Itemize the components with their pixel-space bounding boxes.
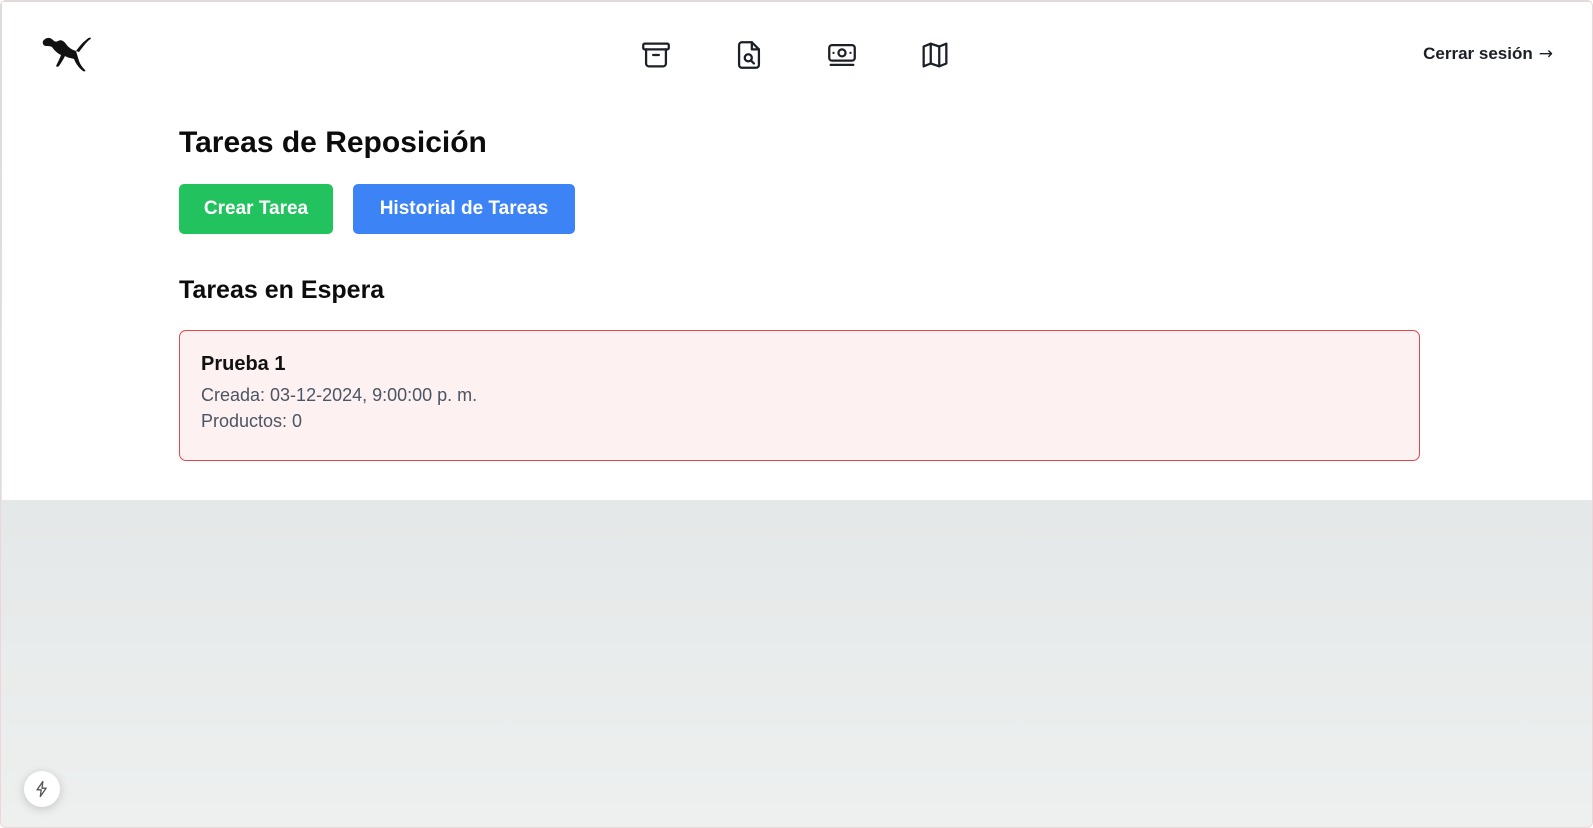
task-created-date: Creada: 03-12-2024, 9:00:00 p. m. bbox=[201, 385, 478, 405]
lightning-badge-button[interactable] bbox=[24, 771, 60, 807]
arrow-right-icon: → bbox=[1538, 44, 1553, 64]
puma-logo-icon bbox=[42, 37, 91, 72]
document-search-icon[interactable] bbox=[732, 38, 766, 72]
task-history-button[interactable]: Historial de Tareas bbox=[353, 184, 575, 234]
task-name: Prueba 1 bbox=[201, 353, 286, 375]
logout-label: Cerrar sesión bbox=[1423, 44, 1533, 63]
map-icon[interactable] bbox=[918, 38, 952, 72]
archive-icon[interactable] bbox=[639, 38, 673, 72]
lightning-icon bbox=[36, 780, 47, 798]
browser-frame: Cerrar sesión → Tareas de Reposición Crea… bbox=[0, 0, 1593, 828]
task-card[interactable]: Prueba 1 Creada: 03-12-2024, 9:00:00 p. … bbox=[179, 330, 1420, 461]
logout-link[interactable]: Cerrar sesión → bbox=[1423, 44, 1553, 64]
section-title-pending: Tareas en Espera bbox=[179, 276, 385, 304]
navbar: Cerrar sesión → bbox=[2, 2, 1592, 106]
app-panel: Cerrar sesión → Tareas de Reposición Crea… bbox=[2, 2, 1592, 500]
task-product-count: Productos: 0 bbox=[201, 411, 303, 431]
puma-logo[interactable] bbox=[42, 31, 92, 75]
create-task-button[interactable]: Crear Tarea bbox=[179, 184, 333, 234]
page-title: Tareas de Reposición bbox=[179, 126, 487, 159]
cash-icon[interactable] bbox=[825, 38, 859, 72]
